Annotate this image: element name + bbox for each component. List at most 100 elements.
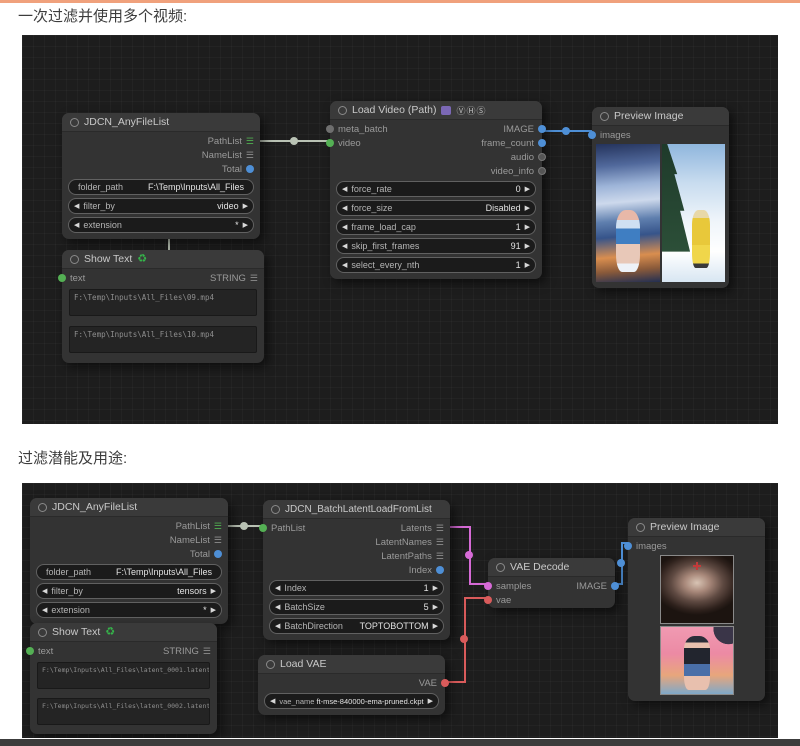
arrow-left-icon[interactable] — [342, 243, 347, 250]
collapse-dot-icon[interactable] — [600, 112, 609, 121]
input-port[interactable] — [259, 524, 267, 532]
reroute-dot[interactable] — [617, 559, 625, 567]
arrow-right-icon[interactable] — [243, 222, 248, 229]
list-output-icon[interactable] — [246, 137, 254, 146]
reroute-dot[interactable] — [465, 551, 473, 559]
input-port[interactable] — [326, 139, 334, 147]
input-port[interactable] — [588, 131, 596, 139]
collapse-dot-icon[interactable] — [636, 523, 645, 532]
input-port[interactable] — [58, 274, 66, 282]
output-port[interactable] — [246, 165, 254, 173]
collapse-dot-icon[interactable] — [38, 628, 47, 637]
reroute-dot[interactable] — [562, 127, 570, 135]
widget-folder-path[interactable]: folder_path F:\Temp\Inputs\All_Files — [36, 564, 222, 580]
collapse-dot-icon[interactable] — [266, 660, 275, 669]
arrow-left-icon[interactable] — [42, 588, 47, 595]
node-title[interactable]: VAE Decode — [488, 558, 615, 577]
list-output-icon[interactable] — [436, 552, 444, 561]
node-preview-image[interactable]: Preview Image images — [628, 518, 765, 701]
input-port[interactable] — [624, 542, 632, 550]
list-output-icon[interactable] — [436, 524, 444, 533]
arrow-right-icon[interactable] — [525, 224, 530, 231]
reroute-dot[interactable] — [240, 522, 248, 530]
arrow-left-icon[interactable] — [275, 585, 280, 592]
widget-extension[interactable]: extension * — [68, 217, 254, 233]
output-port[interactable] — [538, 139, 546, 147]
node-load-vae[interactable]: Load VAE VAE vae_name ft-mse-840000-ema-… — [258, 655, 445, 715]
arrow-right-icon[interactable] — [433, 604, 438, 611]
showtext-line[interactable]: F:\Temp\Inputs\All_Files\09.mp4 — [69, 289, 257, 316]
arrow-left-icon[interactable] — [270, 698, 275, 705]
node-title[interactable]: Load VAE — [258, 655, 445, 674]
collapse-dot-icon[interactable] — [38, 503, 47, 512]
arrow-right-icon[interactable] — [211, 607, 216, 614]
arrow-right-icon[interactable] — [433, 623, 438, 630]
collapse-dot-icon[interactable] — [70, 255, 79, 264]
reroute-dot[interactable] — [460, 635, 468, 643]
arrow-right-icon[interactable] — [433, 585, 438, 592]
showtext-line[interactable]: F:\Temp\Inputs\All_Files\10.mp4 — [69, 326, 257, 353]
arrow-left-icon[interactable] — [275, 623, 280, 630]
output-port[interactable] — [214, 550, 222, 558]
node-title[interactable]: Preview Image — [628, 518, 765, 537]
widget-force-size[interactable]: force_size Disabled — [336, 200, 536, 216]
node-title[interactable]: Show Text — [30, 623, 217, 642]
widget-skip-first-frames[interactable]: skip_first_frames 91 — [336, 238, 536, 254]
list-output-icon[interactable] — [203, 647, 211, 656]
arrow-left-icon[interactable] — [342, 205, 347, 212]
collapse-dot-icon[interactable] — [70, 118, 79, 127]
node-title[interactable]: Preview Image — [592, 107, 729, 126]
input-port[interactable] — [326, 125, 334, 133]
widget-folder-path[interactable]: folder_path F:\Temp\Inputs\All_Files — [68, 179, 254, 195]
reroute-dot[interactable] — [290, 137, 298, 145]
widget-force-rate[interactable]: force_rate 0 — [336, 181, 536, 197]
arrow-right-icon[interactable] — [525, 186, 530, 193]
node-title[interactable]: Show Text — [62, 250, 264, 269]
output-port[interactable] — [611, 582, 619, 590]
arrow-right-icon[interactable] — [243, 203, 248, 210]
node-load-video-path[interactable]: Load Video (Path) ⓋⒽⓈ meta_batch IMAGE v… — [330, 101, 542, 279]
graph-canvas-1[interactable]: JDCN_AnyFileList PathList NameList Total… — [22, 35, 778, 424]
widget-extension[interactable]: extension * — [36, 602, 222, 618]
arrow-left-icon[interactable] — [42, 607, 47, 614]
node-show-text[interactable]: Show Text text STRING F:\Temp\Inputs\All… — [62, 250, 264, 363]
node-jdcn-batchlatentload[interactable]: JDCN_BatchLatentLoadFromList PathList La… — [263, 500, 450, 640]
node-show-text[interactable]: Show Text text STRING F:\Temp\Inputs\All… — [30, 623, 217, 734]
output-port[interactable] — [436, 566, 444, 574]
input-port[interactable] — [484, 582, 492, 590]
arrow-left-icon[interactable] — [342, 186, 347, 193]
output-port[interactable] — [538, 125, 546, 133]
widget-filter-by[interactable]: filter_by video — [68, 198, 254, 214]
arrow-right-icon[interactable] — [525, 243, 530, 250]
output-port[interactable] — [538, 167, 546, 175]
output-port[interactable] — [538, 153, 546, 161]
list-output-icon[interactable] — [246, 151, 254, 160]
input-port[interactable] — [26, 647, 34, 655]
collapse-dot-icon[interactable] — [271, 505, 280, 514]
node-jdcn-anyfilelist[interactable]: JDCN_AnyFileList PathList NameList Total… — [62, 113, 260, 239]
showtext-line[interactable]: F:\Temp\Inputs\All_Files\latent_0002.lat… — [37, 698, 210, 725]
widget-index[interactable]: Index 1 — [269, 580, 444, 596]
list-output-icon[interactable] — [214, 536, 222, 545]
arrow-left-icon[interactable] — [275, 604, 280, 611]
list-output-icon[interactable] — [214, 522, 222, 531]
node-title[interactable]: JDCN_AnyFileList — [62, 113, 260, 132]
arrow-left-icon[interactable] — [74, 203, 79, 210]
widget-batchsize[interactable]: BatchSize 5 — [269, 599, 444, 615]
arrow-right-icon[interactable] — [428, 698, 433, 705]
arrow-left-icon[interactable] — [342, 262, 347, 269]
input-port[interactable] — [484, 596, 492, 604]
arrow-left-icon[interactable] — [342, 224, 347, 231]
widget-vae-name[interactable]: vae_name ft-mse-840000-ema-pruned.ckpt — [264, 693, 439, 709]
collapse-dot-icon[interactable] — [496, 563, 505, 572]
node-title[interactable]: JDCN_AnyFileList — [30, 498, 228, 517]
widget-frame-load-cap[interactable]: frame_load_cap 1 — [336, 219, 536, 235]
arrow-right-icon[interactable] — [525, 262, 530, 269]
node-vae-decode[interactable]: VAE Decode samples IMAGE vae — [488, 558, 615, 608]
node-title[interactable]: JDCN_BatchLatentLoadFromList — [263, 500, 450, 519]
widget-select-every-nth[interactable]: select_every_nth 1 — [336, 257, 536, 273]
arrow-right-icon[interactable] — [525, 205, 530, 212]
widget-filter-by[interactable]: filter_by tensors — [36, 583, 222, 599]
widget-batchdirection[interactable]: BatchDirection TOPTOBOTTOM — [269, 618, 444, 634]
showtext-line[interactable]: F:\Temp\Inputs\All_Files\latent_0001.lat… — [37, 662, 210, 689]
